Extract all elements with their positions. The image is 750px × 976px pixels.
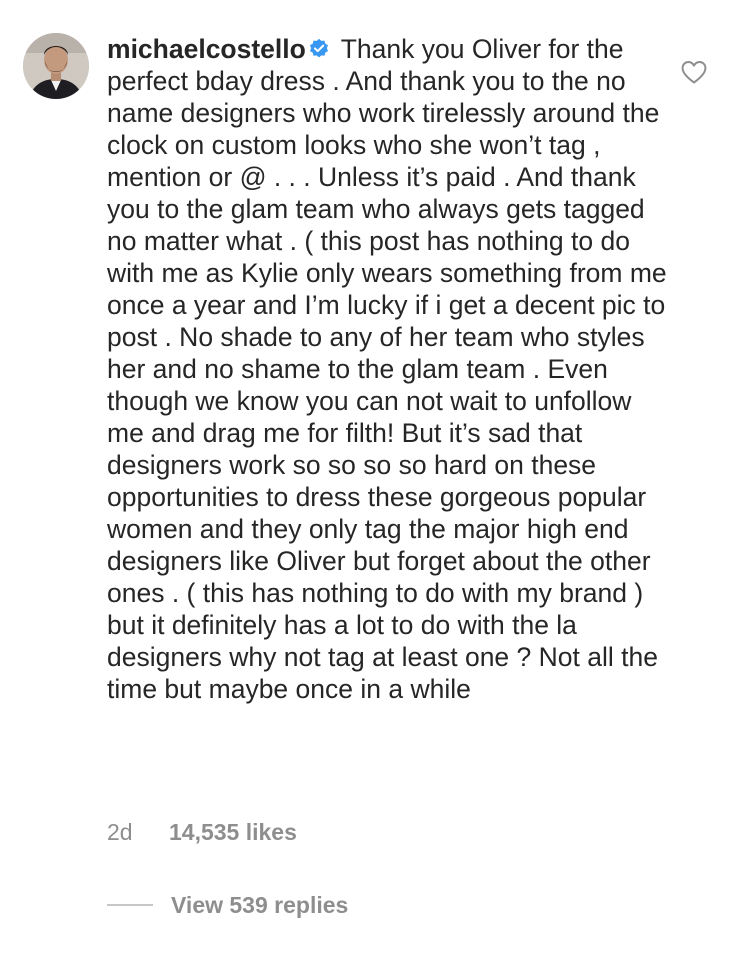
heart-outline-icon[interactable] — [680, 59, 708, 85]
view-replies-label: View 539 replies — [171, 891, 349, 918]
likes-count[interactable]: 14,535 likes — [169, 818, 297, 846]
comment-body: michaelcostello Thank you Oliver for the… — [107, 33, 667, 705]
verified-badge-icon — [309, 38, 328, 58]
comment-text: Thank you Oliver for the perfect bday dr… — [107, 34, 667, 704]
view-replies-button[interactable]: View 539 replies — [107, 890, 348, 920]
avatar-image — [23, 33, 89, 99]
comment-timestamp: 2d — [107, 819, 133, 845]
username-link[interactable]: michaelcostello — [107, 34, 306, 64]
replies-divider-line — [107, 904, 153, 906]
comment-meta: 2d 14,535 likes — [107, 818, 297, 846]
comment: michaelcostello Thank you Oliver for the… — [0, 0, 750, 976]
avatar[interactable] — [23, 33, 89, 99]
